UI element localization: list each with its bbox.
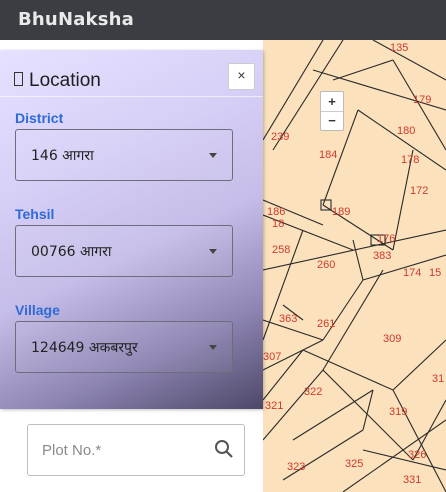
close-button[interactable]: × [228, 63, 255, 90]
village-label: Village [15, 302, 60, 318]
panel-header: Location [14, 70, 101, 92]
panel-title: Location [29, 70, 101, 91]
district-select[interactable]: 146 आगरा [15, 129, 233, 181]
parcel-label[interactable]: 186 [267, 206, 285, 218]
checkbox-icon [14, 71, 23, 86]
parcel-label[interactable]: 135 [390, 42, 408, 54]
parcel-label[interactable]: 189 [332, 206, 350, 218]
parcel-label[interactable]: 258 [272, 244, 290, 256]
tehsil-value: 00766 आगरा [31, 244, 112, 260]
plot-number-input[interactable]: Plot No.* [42, 442, 101, 459]
parcel-label[interactable]: 178 [401, 154, 419, 166]
parcel-label[interactable]: 331 [403, 474, 421, 486]
dropdown-caret-icon [209, 249, 217, 254]
parcel-label[interactable]: 323 [287, 461, 305, 473]
parcel-label[interactable]: 18 [272, 218, 284, 230]
top-bar: BhuNaksha [0, 0, 446, 40]
district-value: 146 आगरा [31, 148, 94, 164]
parcel-label[interactable]: 319 [389, 406, 407, 418]
parcel-label[interactable]: 174 [403, 267, 421, 279]
parcel-label[interactable]: 15 [429, 267, 441, 279]
location-panel: Location × District 146 आगरा Tehsil 0076… [0, 50, 263, 409]
parcel-label[interactable]: 383 [373, 250, 391, 262]
zoom-out-button[interactable]: − [321, 111, 343, 130]
divider [0, 96, 263, 97]
tehsil-select[interactable]: 00766 आगरा [15, 225, 233, 277]
parcel-label[interactable]: 172 [410, 185, 428, 197]
parcel-label[interactable]: 261 [317, 318, 335, 330]
dropdown-caret-icon [209, 345, 217, 350]
parcel-label[interactable]: 180 [397, 125, 415, 137]
parcel-label[interactable]: 326 [408, 449, 426, 461]
village-select[interactable]: 124649 अकबरपुर [15, 321, 233, 373]
village-value: 124649 अकबरपुर [31, 340, 138, 356]
parcel-label[interactable]: 325 [345, 458, 363, 470]
parcel-label[interactable]: 321 [265, 400, 283, 412]
parcel-label[interactable]: 307 [263, 351, 281, 363]
cadastral-map[interactable]: 135 179 239 184 180 178 172 186 189 18 1… [263, 40, 446, 492]
district-label: District [15, 110, 64, 126]
parcel-label[interactable]: 31 [432, 373, 444, 385]
parcel-label[interactable]: 322 [304, 386, 322, 398]
parcel-lines [263, 40, 446, 492]
parcel-label[interactable]: 309 [383, 333, 401, 345]
parcel-label[interactable]: 260 [317, 259, 335, 271]
zoom-in-button[interactable]: + [321, 92, 343, 111]
app-title: BhuNaksha [18, 9, 135, 30]
zoom-control: + − [320, 91, 344, 131]
parcel-label[interactable]: 184 [319, 149, 337, 161]
parcel-label[interactable]: 179 [413, 94, 431, 106]
parcel-label[interactable]: 363 [279, 313, 297, 325]
parcel-label[interactable]: 176 [377, 233, 395, 245]
tehsil-label: Tehsil [15, 206, 55, 222]
dropdown-caret-icon [209, 153, 217, 158]
plot-search-field[interactable]: Plot No.* [27, 424, 245, 476]
parcel-label[interactable]: 239 [271, 131, 289, 143]
search-icon[interactable] [214, 439, 234, 459]
